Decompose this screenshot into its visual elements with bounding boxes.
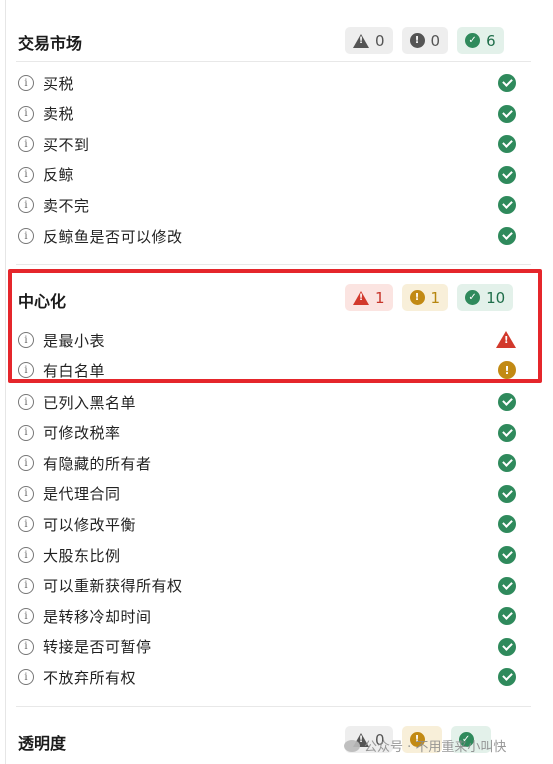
check-label: 买不到 <box>43 135 90 154</box>
info-icon[interactable]: i <box>18 228 34 244</box>
info-icon[interactable]: i <box>18 75 34 91</box>
check-circle-icon: ✓ <box>465 33 481 48</box>
check-circle-icon <box>498 135 516 154</box>
check-circle-icon <box>498 165 516 184</box>
info-icon[interactable]: i <box>18 516 34 533</box>
check-row[interactable]: i 是代理合同 <box>18 482 121 506</box>
check-label: 卖不完 <box>43 196 90 215</box>
info-icon[interactable]: i <box>18 166 34 183</box>
section-title-trading: 交易市场 <box>18 34 83 53</box>
check-label: 反鲸鱼是否可以修改 <box>43 227 183 246</box>
check-label: 已列入黑名单 <box>43 393 137 412</box>
check-row[interactable]: i 反鲸 <box>18 163 74 187</box>
check-circle-icon <box>498 74 516 92</box>
check-row[interactable]: i 可以修改平衡 <box>18 512 136 536</box>
info-icon[interactable]: i <box>18 485 34 502</box>
check-label: 是转移冷却时间 <box>43 607 152 626</box>
check-circle-icon <box>498 637 516 656</box>
trading-passed-badge[interactable]: ✓ 6 <box>457 27 504 54</box>
watermark: 公众号 · 不用重来小叫快 <box>344 736 506 755</box>
check-row[interactable]: i 不放弃所有权 <box>18 665 136 689</box>
wechat-icon <box>344 739 360 752</box>
check-row[interactable]: i 可修改税率 <box>18 421 121 445</box>
check-row[interactable]: i 是转移冷却时间 <box>18 604 152 628</box>
left-border <box>5 0 6 764</box>
info-icon[interactable]: i <box>18 136 34 153</box>
trading-warning-badge[interactable]: 0 <box>345 27 393 54</box>
info-icon[interactable]: i <box>18 577 34 594</box>
check-circle-icon <box>498 393 516 411</box>
check-label: 不放弃所有权 <box>43 668 137 687</box>
check-label: 反鲸 <box>43 166 75 185</box>
check-circle-icon <box>498 668 516 687</box>
check-circle-icon <box>498 576 516 595</box>
check-row[interactable]: i 转接是否可暂停 <box>18 635 152 659</box>
check-circle-icon <box>498 515 516 534</box>
check-row[interactable]: i 买税 <box>18 71 74 95</box>
check-label: 大股东比例 <box>43 546 121 565</box>
check-label: 是代理合同 <box>43 485 121 504</box>
section-title-transparency: 透明度 <box>18 734 67 753</box>
trading-caution-badge[interactable]: ! 0 <box>401 27 449 54</box>
info-icon[interactable]: i <box>18 669 34 686</box>
check-circle-icon <box>498 607 516 626</box>
info-icon[interactable]: i <box>18 105 34 122</box>
check-circle-icon <box>498 546 516 564</box>
check-label: 可修改税率 <box>43 424 121 443</box>
check-label: 买税 <box>43 74 75 93</box>
check-row[interactable]: i 卖不完 <box>18 193 90 217</box>
divider <box>16 706 531 707</box>
check-label: 可以修改平衡 <box>43 515 137 534</box>
warning-triangle-icon <box>353 33 369 48</box>
check-label: 转接是否可暂停 <box>43 638 152 657</box>
divider <box>16 264 531 265</box>
info-icon[interactable]: i <box>18 455 34 472</box>
check-label: 卖税 <box>43 105 75 124</box>
check-circle-icon <box>498 454 516 473</box>
info-icon[interactable]: i <box>18 608 34 625</box>
divider <box>16 61 531 62</box>
highlight-box <box>8 269 542 383</box>
info-icon[interactable]: i <box>18 394 34 410</box>
check-circle-icon <box>498 484 516 503</box>
check-row[interactable]: i 买不到 <box>18 132 90 156</box>
check-circle-icon <box>498 104 516 123</box>
check-row[interactable]: i 已列入黑名单 <box>18 390 136 414</box>
info-icon[interactable]: i <box>18 547 34 563</box>
check-label: 可以重新获得所有权 <box>43 577 183 596</box>
check-circle-icon <box>498 227 516 245</box>
caution-circle-icon: ! <box>409 33 425 48</box>
check-row[interactable]: i 大股东比例 <box>18 543 121 567</box>
check-row[interactable]: i 可以重新获得所有权 <box>18 574 183 598</box>
info-icon[interactable]: i <box>18 424 34 441</box>
check-row[interactable]: i 有隐藏的所有者 <box>18 451 152 475</box>
check-circle-icon <box>498 196 516 215</box>
trading-badges: 0 ! 0 ✓ 6 <box>345 27 504 54</box>
check-circle-icon <box>498 423 516 442</box>
info-icon[interactable]: i <box>18 638 34 655</box>
check-label: 有隐藏的所有者 <box>43 454 152 473</box>
check-row[interactable]: i 反鲸鱼是否可以修改 <box>18 224 183 248</box>
check-row[interactable]: i 卖税 <box>18 102 74 126</box>
info-icon[interactable]: i <box>18 197 34 214</box>
